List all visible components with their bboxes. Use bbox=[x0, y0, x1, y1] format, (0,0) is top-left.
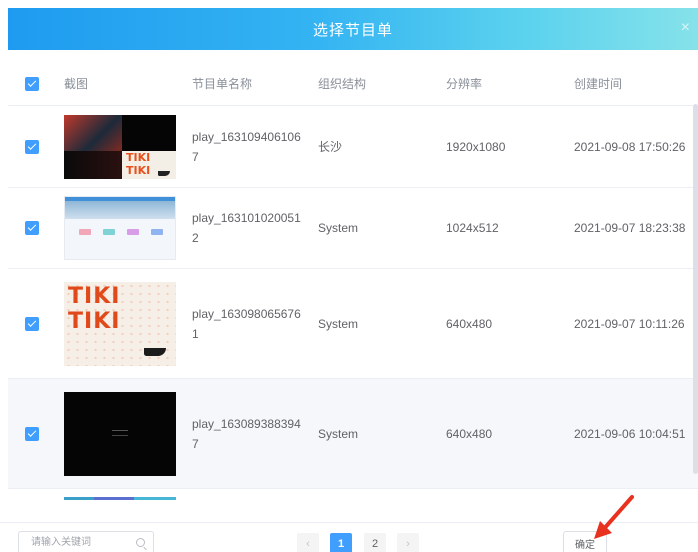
search-placeholder: 请输入关键词 bbox=[31, 537, 91, 548]
pagination-pages: 1 bbox=[330, 533, 352, 552]
column-header-org: 组织结构 bbox=[318, 77, 367, 91]
playlist-name: play_1630893883947 bbox=[192, 416, 301, 451]
prev-page-button[interactable]: ‹ bbox=[297, 533, 319, 552]
table-row[interactable]: play_1630893883947 System 640x480 2021-0… bbox=[8, 379, 698, 489]
created-time: 2021-09-08 17:50:26 bbox=[574, 139, 686, 154]
org-structure: System bbox=[318, 316, 359, 331]
created-time: 2021-09-06 10:04:51 bbox=[574, 426, 686, 441]
resolution: 640x480 bbox=[446, 316, 493, 331]
row-checkbox[interactable] bbox=[25, 221, 39, 235]
page-2-button[interactable]: 2 bbox=[364, 533, 386, 552]
column-header-created: 创建时间 bbox=[574, 76, 623, 91]
pagination-pages: 2 bbox=[364, 533, 386, 552]
created-time: 2021-09-07 18:23:38 bbox=[574, 221, 686, 235]
thumbnail-3: TIKI TIKI bbox=[64, 281, 176, 366]
resolution: 1024x512 bbox=[446, 221, 499, 235]
dialog-header: 选择节目单 × bbox=[8, 8, 698, 50]
table-row[interactable]: play_1631010200512 System 1024x512 2021-… bbox=[8, 188, 698, 269]
column-header-screenshot: 截图 bbox=[64, 77, 89, 91]
resolution: 1920x1080 bbox=[446, 139, 506, 154]
close-icon[interactable]: × bbox=[681, 19, 690, 37]
org-structure: System bbox=[318, 221, 359, 235]
table-scrollbar[interactable] bbox=[693, 104, 698, 474]
thumbnail-2 bbox=[64, 196, 176, 260]
next-page-button[interactable]: › bbox=[397, 533, 419, 552]
playlist-table: 截图 节目单名称 组织结构 分辨率 创建时间 TIKI TIKI play_16… bbox=[8, 62, 698, 502]
table-header: 截图 节目单名称 组织结构 分辨率 创建时间 bbox=[8, 62, 698, 106]
column-header-name: 节目单名称 bbox=[192, 76, 253, 91]
pagination: ‹ bbox=[297, 533, 319, 552]
playlist-name: play_1631010200512 bbox=[192, 211, 301, 245]
playlist-name: play_1631094061067 bbox=[192, 129, 301, 164]
thumbnail-4 bbox=[64, 391, 176, 476]
created-time: 2021-09-07 10:11:26 bbox=[574, 316, 685, 331]
thumbnail-1: TIKI TIKI bbox=[64, 114, 176, 179]
org-structure: 长沙 bbox=[318, 140, 343, 154]
org-structure: System bbox=[318, 426, 359, 441]
resolution: 640x480 bbox=[446, 426, 493, 441]
dialog-title: 选择节目单 bbox=[312, 21, 393, 39]
search-icon[interactable] bbox=[136, 538, 145, 547]
annotation-arrow-icon bbox=[594, 495, 634, 539]
pagination-next: › bbox=[397, 533, 419, 552]
thumbnail-5 bbox=[64, 497, 176, 502]
select-all-checkbox[interactable] bbox=[25, 76, 39, 91]
row-checkbox[interactable] bbox=[25, 316, 39, 331]
table-row[interactable]: TIKI TIKI play_1631094061067 长沙 1920x108… bbox=[8, 106, 698, 188]
column-header-resolution: 分辨率 bbox=[446, 77, 483, 91]
table-row[interactable]: TIKI TIKI play_1630980656761 System 640x… bbox=[8, 269, 698, 379]
playlist-name: play_1630980656761 bbox=[192, 306, 301, 341]
page-1-button[interactable]: 1 bbox=[330, 533, 352, 552]
row-checkbox[interactable] bbox=[25, 139, 39, 154]
row-checkbox[interactable] bbox=[25, 426, 39, 441]
search-input[interactable]: 请输入关键词 bbox=[18, 531, 154, 552]
